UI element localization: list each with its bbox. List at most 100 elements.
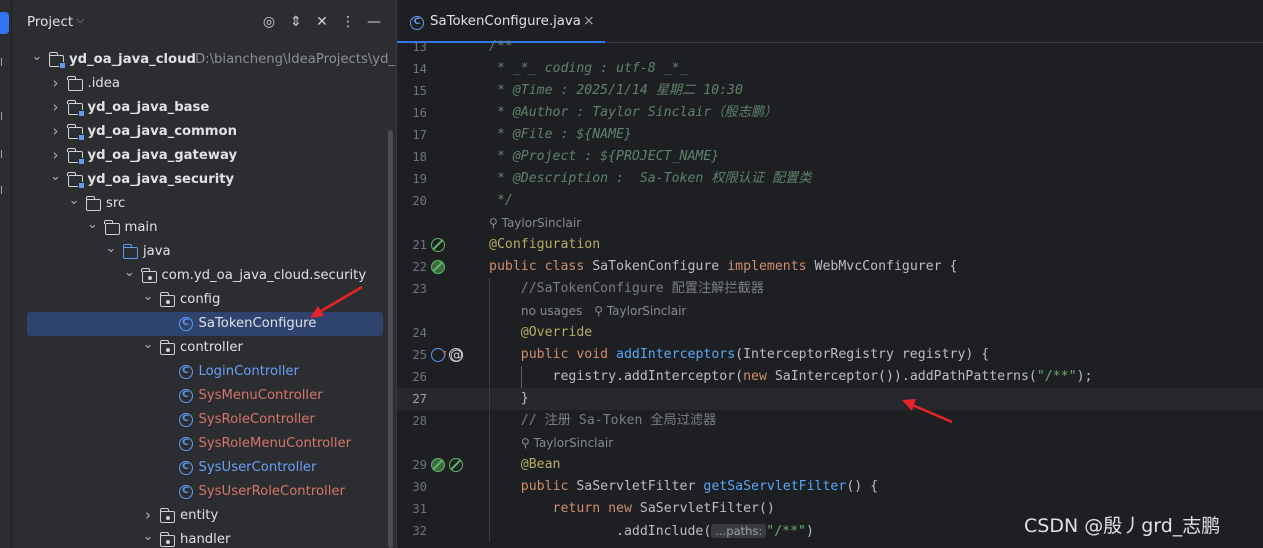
code-line[interactable]: 23 //SaTokenConfigure 配置注解拦截器 [397,278,1263,300]
override-icon[interactable] [431,343,448,365]
tool-icon[interactable] [1,150,7,158]
code-line[interactable]: 26 registry.addInterceptor(new SaInterce… [397,366,1263,388]
tree-item[interactable]: C SysUserRoleController [12,480,396,504]
code-line[interactable]: 14 * _*_ coding : utf-8 _*_ [397,58,1263,80]
code-text: //SaTokenConfigure 配置注解拦截器 [489,278,764,300]
tree-item[interactable]: C SysRoleController [12,408,396,432]
chevron-down-icon[interactable]: ⌄ [68,192,80,210]
expand-collapse-icon[interactable]: ⇕ [286,12,306,32]
scrollbar[interactable] [388,130,393,548]
chevron-down-icon[interactable]: ⌄ [124,264,136,282]
tree-item[interactable]: C SysUserController [12,456,396,480]
code-line[interactable]: 22 public class SaTokenConfigure implemen… [397,256,1263,278]
author-hint[interactable]: ⚲ TaylorSinclair [489,216,581,230]
code-author-hint[interactable]: no usages ⚲ TaylorSinclair [521,300,686,322]
tree-item-label: SysMenuController [198,388,323,403]
code-line[interactable]: 15 * @Time : 2025/1/14 星期二 10:30 [397,80,1263,102]
module-icon [67,172,85,189]
chevron-down-icon[interactable]: ⌄ [87,216,99,234]
tree-item[interactable]: ⌄ handler [12,528,396,548]
code-token: /** [489,39,513,54]
spring-bean-icon[interactable] [431,458,445,472]
line-number: 27 [412,392,427,406]
code-line[interactable]: 16 * @Author : Taylor Sinclair（殷志鹏） [397,102,1263,124]
tree-item[interactable]: C SysRoleMenuController [12,432,396,456]
tool-icon[interactable] [1,112,7,120]
code-token: () { [846,479,879,494]
tree-item[interactable]: ⌄ controller [12,336,396,360]
tree-item[interactable]: › yd_oa_java_common [12,120,396,144]
author-hint[interactable]: ⚲ TaylorSinclair [521,436,613,450]
spring-bean-icon[interactable] [431,238,445,252]
code-line[interactable]: 19 * @Description : Sa-Token 权限认证 配置类 [397,168,1263,190]
chevron-down-icon[interactable]: ⌵ [76,13,84,27]
tree-item[interactable]: ⌄ yd_oa_java_security [12,168,396,192]
tree-item[interactable]: ⌄ java [12,240,396,264]
chevron-down-icon[interactable]: ⌄ [142,528,154,546]
code-line[interactable]: 27 } [397,388,1263,410]
close-icon[interactable]: × [583,13,595,29]
code-line[interactable]: 20 */ [397,190,1263,212]
annotation-arrow [902,399,953,424]
code-line[interactable]: 30 public SaServletFilter getSaServletFi… [397,476,1263,498]
more-icon[interactable]: ⋮ [338,12,358,32]
collapse-all-icon[interactable]: ✕ [312,12,332,32]
usages-hint[interactable]: no usages [521,304,582,318]
folder-icon [122,244,138,259]
tree-item[interactable]: C SysMenuController [12,384,396,408]
line-number: 30 [412,480,427,494]
chevron-down-icon[interactable]: ⌄ [50,168,62,186]
chevron-down-icon[interactable]: ⌄ [105,240,117,258]
code-line[interactable]: 28 // 注册 Sa-Token 全局过滤器 [397,410,1263,432]
author-hint[interactable]: ⚲ TaylorSinclair [594,304,686,318]
code-line[interactable]: 13 /** [397,36,1263,58]
project-tool-icon[interactable] [0,12,9,34]
tree-item[interactable]: › yd_oa_java_gateway [12,144,396,168]
code-token: * @Time : 2025/1/14 星期二 10:30 [489,83,743,98]
chevron-down-icon[interactable]: ⌄ [142,336,154,354]
code-token: WebMvcConfigurer { [814,259,958,274]
code-author-hint[interactable]: ⚲ TaylorSinclair [521,432,613,454]
line-number: 24 [412,326,427,340]
code-token: (InterceptorRegistry registry) { [735,347,990,362]
line-number: 20 [412,194,427,208]
tree-item[interactable]: ⌄ yd_oa_java_cloud D:\biancheng\IdeaProjec… [12,48,396,72]
tree-item[interactable]: › yd_oa_java_base [12,96,396,120]
chevron-right-icon[interactable]: › [142,504,154,526]
chevron-down-icon[interactable]: ⌄ [31,48,43,66]
code-text: * @Project : ${PROJECT_NAME} [489,146,719,168]
code-author-hint[interactable]: ⚲ TaylorSinclair [489,212,581,234]
code-token[interactable]: ...paths: [711,524,767,538]
tree-item[interactable]: ⌄ src [12,192,396,216]
code-line[interactable]: 21 @Configuration [397,234,1263,256]
code-line[interactable]: 29 @Bean [397,454,1263,476]
tree-item[interactable]: ⌄ main [12,216,396,240]
code-line[interactable]: 24 @Override [397,322,1263,344]
line-number: 31 [412,502,427,516]
package-icon [159,508,175,523]
tree-item[interactable]: › entity [12,504,396,528]
project-panel-title[interactable]: Project [27,14,73,30]
tree-item[interactable]: › .idea [12,72,396,96]
spring-bean-icon[interactable] [449,458,463,472]
code-text: .addInclude(...paths: "/**") [489,520,814,543]
chevron-right-icon[interactable]: › [50,96,62,118]
chevron-down-icon[interactable]: ⌄ [142,288,154,306]
code-line[interactable]: 18 * @Project : ${PROJECT_NAME} [397,146,1263,168]
code-line[interactable]: 25 @ public void addInterceptors(Intercep… [397,343,1263,366]
indent-guide [521,366,522,388]
chevron-right-icon[interactable]: › [50,72,62,94]
tool-icon[interactable] [1,186,7,194]
code-text: */ [489,190,513,212]
code-line[interactable]: 17 * @File : ${NAME} [397,124,1263,146]
annotation-icon[interactable]: @ [449,348,463,363]
tree-item[interactable]: C LoginController [12,360,396,384]
spring-bean-icon[interactable] [431,260,445,274]
tool-icon[interactable] [1,58,7,66]
minimize-icon[interactable]: — [364,12,384,32]
crosshair-icon[interactable]: ◎ [259,12,279,32]
chevron-right-icon[interactable]: › [50,144,62,166]
chevron-right-icon[interactable]: › [50,120,62,142]
